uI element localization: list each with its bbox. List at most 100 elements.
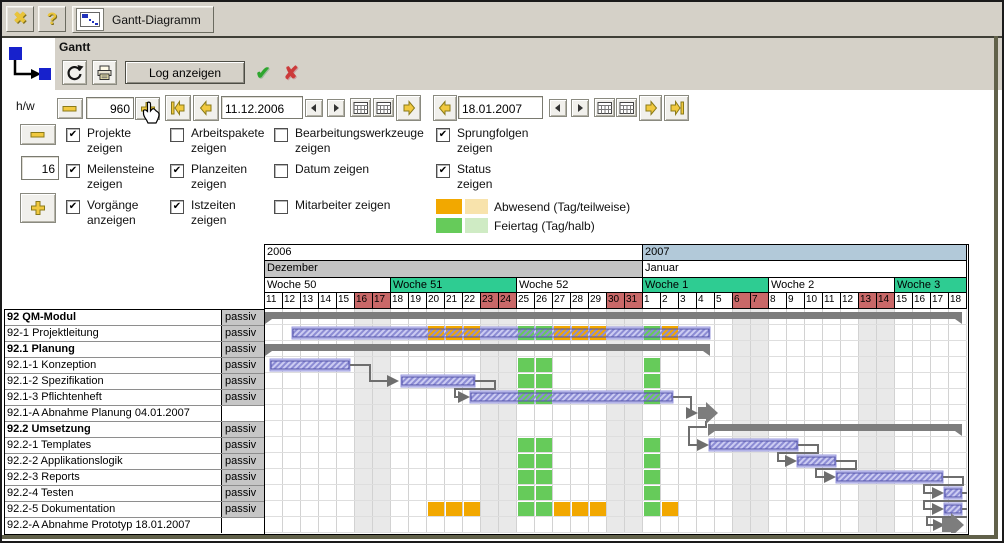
task-name[interactable]: 92.1-A Abnahme Planung 04.01.2007 <box>5 406 222 421</box>
checkbox-box[interactable] <box>274 164 288 178</box>
nav-back-button[interactable] <box>193 95 219 121</box>
day-header-cell: 5 <box>715 293 733 309</box>
print-button[interactable] <box>92 60 117 85</box>
date-to-back-button[interactable] <box>433 95 457 121</box>
task-bar[interactable] <box>471 393 672 401</box>
task-row[interactable]: 92.2-4 Testenpassiv <box>5 486 264 502</box>
task-name[interactable]: 92.1-1 Konzeption <box>5 358 222 373</box>
day-header-cell: 22 <box>463 293 481 309</box>
milestone[interactable] <box>698 402 718 424</box>
task-name[interactable]: 92.2-A Abnahme Prototyp 18.01.2007 <box>5 518 222 533</box>
summary-bar[interactable] <box>708 424 962 431</box>
task-name[interactable]: 92.1 Planung <box>5 342 222 357</box>
status-cell <box>536 358 552 372</box>
date-from-step-back-button[interactable] <box>305 99 323 117</box>
task-bar[interactable] <box>402 377 474 385</box>
day-header-cell: 1 <box>643 293 661 309</box>
status-cell <box>518 374 534 388</box>
width-decrease-button[interactable] <box>57 98 83 119</box>
checkbox-box[interactable]: ✔ <box>436 164 450 178</box>
summary-bar[interactable] <box>265 344 710 351</box>
task-bar[interactable] <box>798 457 835 465</box>
help-button[interactable]: ? <box>38 6 66 32</box>
gantt-body <box>265 309 968 533</box>
checkbox-box[interactable]: ✔ <box>436 128 450 142</box>
checkbox-box[interactable]: ✔ <box>66 128 80 142</box>
task-bar[interactable] <box>271 361 349 369</box>
checkbox-box[interactable] <box>274 128 288 142</box>
task-row[interactable]: 92.2-A Abnahme Prototyp 18.01.2007 <box>5 518 264 533</box>
task-name[interactable]: 92.1-3 Pflichtenheft <box>5 390 222 405</box>
checkbox-box[interactable]: ✔ <box>66 200 80 214</box>
checkbox-box[interactable]: ✔ <box>66 164 80 178</box>
task-row[interactable]: 92 QM-Modulpassiv <box>5 310 264 326</box>
date-from-calendar2-button[interactable] <box>373 98 394 117</box>
task-bar[interactable] <box>293 329 709 337</box>
task-name[interactable]: 92.1-2 Spezifikation <box>5 374 222 389</box>
date-to-input[interactable] <box>458 96 543 119</box>
task-status: passiv <box>222 358 264 373</box>
task-row[interactable]: 92.2 Umsetzungpassiv <box>5 422 264 438</box>
checkbox-box[interactable]: ✔ <box>170 164 184 178</box>
day-header-cell: 29 <box>589 293 607 309</box>
date-to-step-back-button[interactable] <box>549 99 567 117</box>
task-name[interactable]: 92.2-2 Applikationslogik <box>5 454 222 469</box>
task-bar[interactable] <box>945 505 961 513</box>
task-row[interactable]: 92.1 Planungpassiv <box>5 342 264 358</box>
confirm-icon[interactable]: ✔ <box>251 61 275 85</box>
task-name[interactable]: 92.2-4 Testen <box>5 486 222 501</box>
task-row[interactable]: 92.1-1 Konzeptionpassiv <box>5 358 264 374</box>
task-row[interactable]: 92.2-1 Templatespassiv <box>5 438 264 454</box>
tab-gantt-diagramm[interactable]: Gantt-Diagramm <box>72 6 214 33</box>
day-header-cell: 19 <box>409 293 427 309</box>
status-cell <box>572 502 588 516</box>
gantt-bars-layer <box>265 309 967 533</box>
date-to-calendar2-button[interactable] <box>616 98 637 117</box>
nav-last-button[interactable] <box>664 95 689 121</box>
date-from-calendar-button[interactable] <box>350 98 371 117</box>
task-name[interactable]: 92.2-5 Dokumentation <box>5 502 222 517</box>
panel-title: Gantt <box>59 40 90 54</box>
task-row[interactable]: 92.1-3 Pflichtenheftpassiv <box>5 390 264 406</box>
day-header-cell: 11 <box>265 293 283 309</box>
close-button[interactable]: ✖ <box>6 6 34 32</box>
refresh-button[interactable] <box>62 60 87 85</box>
task-name[interactable]: 92 QM-Modul <box>5 310 222 325</box>
task-row[interactable]: 92.1-A Abnahme Planung 04.01.2007 <box>5 406 264 422</box>
date-to-forward-button[interactable] <box>639 95 662 121</box>
status-cell <box>644 470 660 484</box>
task-name[interactable]: 92-1 Projektleitung <box>5 326 222 341</box>
task-bar[interactable] <box>710 441 797 449</box>
width-input[interactable] <box>86 97 134 119</box>
task-row[interactable]: 92.1-2 Spezifikationpassiv <box>5 374 264 390</box>
task-bar[interactable] <box>837 473 942 481</box>
day-header-cell: 17 <box>931 293 949 309</box>
height-input[interactable] <box>21 156 59 180</box>
task-row[interactable]: 92.2-2 Applikationslogikpassiv <box>5 454 264 470</box>
date-from-step-forward-button[interactable] <box>327 99 345 117</box>
cancel-icon[interactable]: ✘ <box>279 61 303 85</box>
task-row[interactable]: 92.2-3 Reportspassiv <box>5 470 264 486</box>
checkbox-box[interactable] <box>170 128 184 142</box>
nav-first-button[interactable] <box>165 95 191 121</box>
task-name[interactable]: 92.2 Umsetzung <box>5 422 222 437</box>
task-name[interactable]: 92.2-1 Templates <box>5 438 222 453</box>
log-button[interactable]: Log anzeigen <box>125 61 245 84</box>
height-increase-button[interactable] <box>20 193 56 223</box>
task-bar[interactable] <box>945 489 961 497</box>
height-decrease-button[interactable] <box>20 124 56 145</box>
checkbox-box[interactable] <box>274 200 288 214</box>
task-row[interactable]: 92-1 Projektleitungpassiv <box>5 326 264 342</box>
date-from-input[interactable] <box>221 96 303 119</box>
date-from-forward-button[interactable] <box>396 95 421 121</box>
day-header-cell: 2 <box>661 293 679 309</box>
task-name[interactable]: 92.2-3 Reports <box>5 470 222 485</box>
status-cell <box>446 502 462 516</box>
status-cell <box>518 502 534 516</box>
task-row[interactable]: 92.2-5 Dokumentationpassiv <box>5 502 264 518</box>
date-to-step-forward-button[interactable] <box>571 99 589 117</box>
link-arrow <box>387 375 399 387</box>
summary-bar[interactable] <box>265 312 962 319</box>
checkbox-box[interactable]: ✔ <box>170 200 184 214</box>
date-to-calendar-button[interactable] <box>594 98 615 117</box>
